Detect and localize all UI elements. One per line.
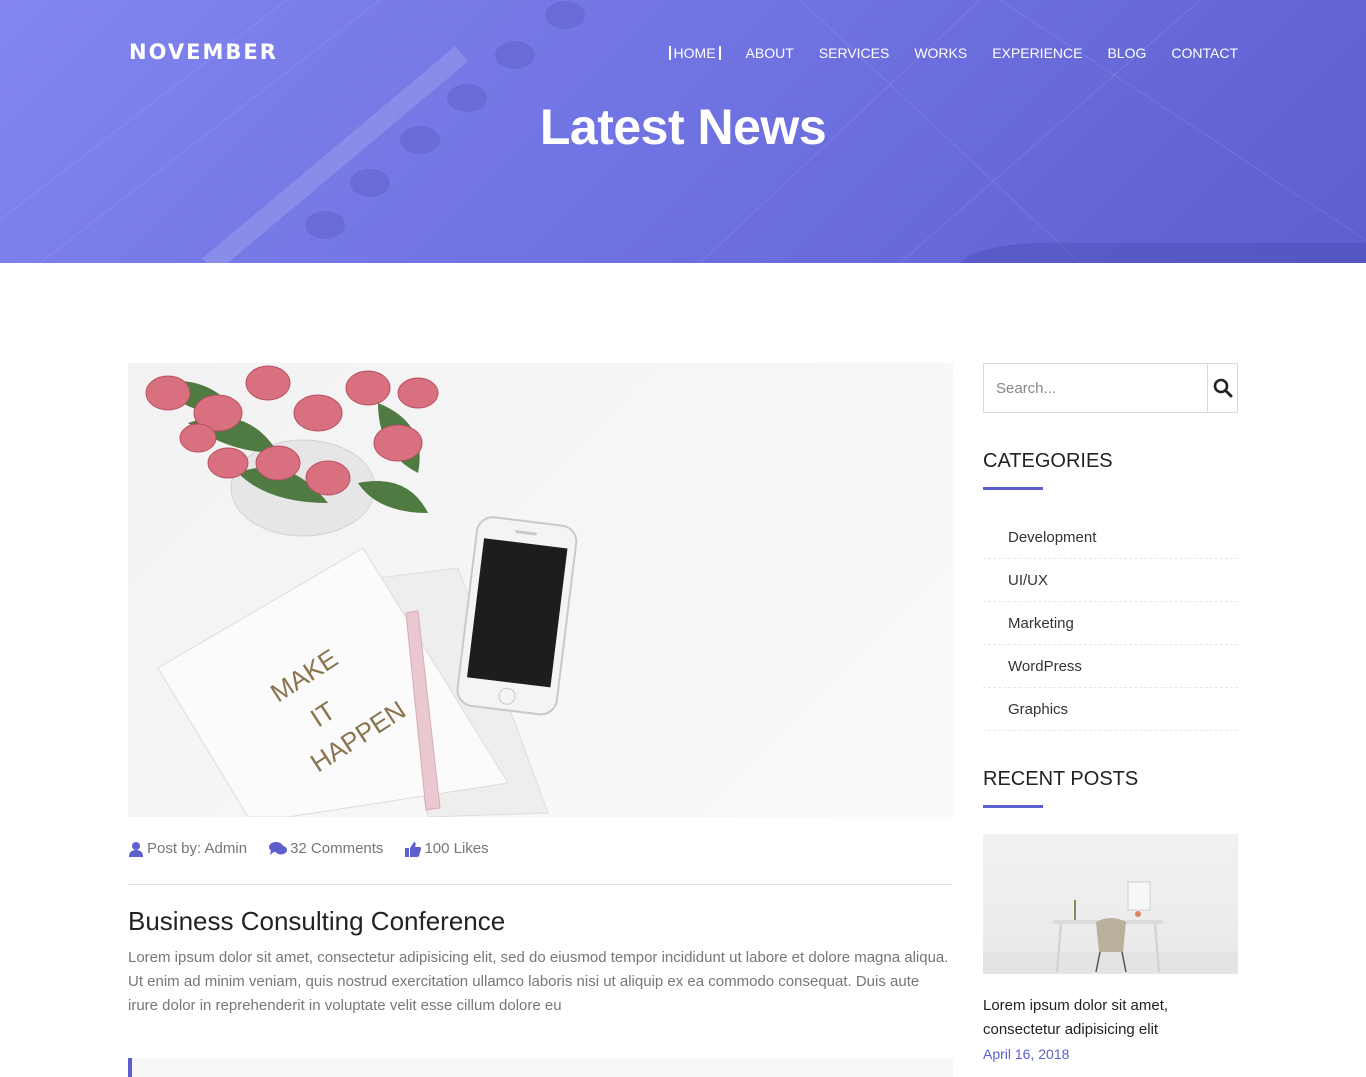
search-icon: [1213, 378, 1232, 398]
categories-title: CATEGORIES: [983, 450, 1113, 472]
meta-author-text: Post by: Admin: [147, 840, 248, 857]
nav-home[interactable]: HOME: [669, 44, 721, 62]
search-form: [983, 363, 1238, 413]
nav-contact[interactable]: CONTACT: [1146, 44, 1238, 62]
page-title: Latest News: [539, 99, 827, 155]
categories-underline: [983, 487, 1043, 490]
category-item-uiux[interactable]: UI/UX: [983, 559, 1238, 602]
recent-post-title[interactable]: Lorem ipsum dolor sit amet, consectetur …: [983, 994, 1238, 1042]
meta-divider: [128, 884, 953, 885]
blockquote: [128, 1058, 953, 1077]
search-button[interactable]: [1207, 364, 1237, 412]
brand-logo[interactable]: NOVEMBER: [129, 40, 278, 64]
post-meta: Post by: Admin 32 Comments 100 Likes: [128, 840, 489, 857]
user-icon: [129, 841, 143, 857]
category-item-wordpress[interactable]: WordPress: [983, 645, 1238, 688]
desk-chair-illustration: [983, 881, 1238, 974]
meta-likes-text: 100 Likes: [424, 840, 489, 857]
recent-posts-underline: [983, 805, 1043, 808]
post-excerpt: Lorem ipsum dolor sit amet, consectetur …: [128, 949, 949, 1014]
meta-likes[interactable]: 100 Likes: [405, 840, 489, 857]
category-item-graphics[interactable]: Graphics: [983, 688, 1238, 731]
category-item-marketing[interactable]: Marketing: [983, 602, 1238, 645]
post-title[interactable]: Business Consulting Conference: [128, 906, 505, 937]
search-input[interactable]: [984, 364, 1207, 412]
nav-works[interactable]: WORKS: [889, 44, 967, 62]
nav-blog[interactable]: BLOG: [1082, 44, 1146, 62]
meta-author: Post by: Admin: [128, 840, 247, 857]
thumbs-up-icon: [405, 841, 422, 857]
recent-post-date: April 16, 2018: [983, 1046, 1070, 1062]
meta-comments-text: 32 Comments: [290, 840, 384, 857]
hero-banner: NOVEMBER HOME ABOUT SERVICES WORKS EXPER…: [0, 0, 1366, 263]
nav-about[interactable]: ABOUT: [721, 44, 794, 62]
meta-comments[interactable]: 32 Comments: [269, 840, 383, 857]
comments-icon: [269, 841, 288, 855]
recent-posts-title: RECENT POSTS: [983, 768, 1139, 790]
recent-post-thumbnail[interactable]: [983, 834, 1238, 974]
nav-services[interactable]: SERVICES: [794, 44, 890, 62]
category-item-development[interactable]: Development: [983, 516, 1238, 559]
post-featured-image[interactable]: MAKE IT HAPPEN: [128, 363, 953, 817]
desk-flatlay-illustration: MAKE IT HAPPEN: [145, 365, 578, 817]
nav-experience[interactable]: EXPERIENCE: [967, 44, 1082, 62]
main-nav: HOME ABOUT SERVICES WORKS EXPERIENCE BLO…: [669, 44, 1238, 62]
category-list: Development UI/UX Marketing WordPress Gr…: [983, 516, 1238, 731]
